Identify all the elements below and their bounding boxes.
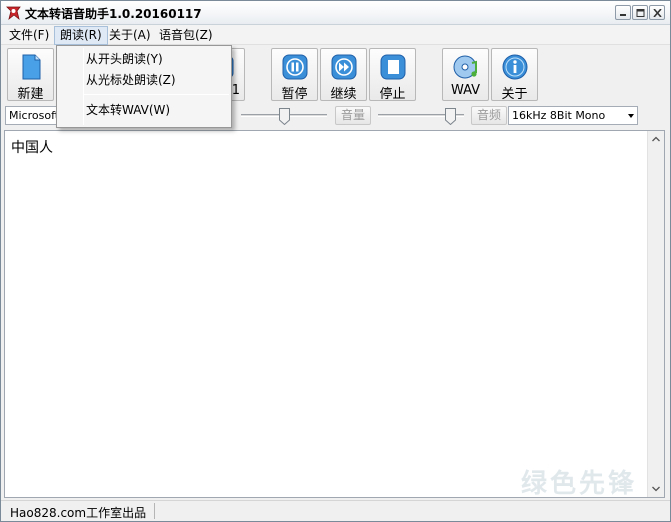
close-icon [653, 9, 662, 17]
menu-read-from-cursor[interactable]: 从光标处朗读(Z) [86, 70, 176, 90]
scroll-down-icon[interactable] [648, 480, 664, 497]
menu-about[interactable]: 关于(A) [104, 27, 156, 44]
stop-button[interactable]: 停止 [369, 48, 416, 102]
wav-button[interactable]: WAV [442, 48, 489, 101]
fast-forward-icon [331, 54, 357, 80]
maximize-icon [636, 9, 645, 17]
about-button-label: 关于 [501, 87, 528, 102]
scroll-up-icon[interactable] [648, 131, 664, 148]
frequency-button[interactable]: 音频 [471, 106, 507, 125]
read-menu-dropdown: 从开头朗读(Y) 从光标处朗读(Z) 文本转WAV(W) [56, 45, 232, 128]
volume-slider[interactable] [378, 108, 464, 125]
vertical-scrollbar[interactable] [647, 131, 664, 497]
volume-button[interactable]: 音量 [335, 106, 371, 125]
menu-voice-pack[interactable]: 语音包(Z) [154, 27, 218, 44]
menu-bar: 文件(F) 朗读(R) 关于(A) 语音包(Z) [1, 25, 670, 45]
text-editor[interactable]: 中国人 [4, 130, 665, 498]
audio-format-select[interactable]: 16kHz 8Bit Mono [508, 106, 638, 125]
stop-button-label: 停止 [379, 87, 406, 102]
menu-separator [84, 94, 229, 95]
cd-music-icon [453, 55, 477, 79]
pause-button-label: 暂停 [281, 87, 308, 102]
pause-button[interactable]: 暂停 [271, 48, 318, 102]
continue-button-label: 继续 [330, 87, 357, 102]
menu-text-to-wav[interactable]: 文本转WAV(W) [86, 100, 170, 120]
window-title: 文本转语音助手1.0.20160117 [25, 7, 202, 21]
new-button-label: 新建 [17, 87, 44, 102]
menu-file[interactable]: 文件(F) [4, 27, 54, 44]
menu-read-from-start[interactable]: 从开头朗读(Y) [86, 49, 163, 69]
menu-read[interactable]: 朗读(R) [54, 26, 108, 45]
status-text: Hao828.com工作室出品 [10, 506, 147, 520]
audio-format-value: 16kHz 8Bit Mono [512, 109, 606, 122]
new-button[interactable]: 新建 [7, 48, 54, 102]
wav-button-label: WAV [450, 83, 481, 98]
info-icon [502, 54, 528, 80]
stop-icon [380, 54, 406, 80]
volume-slider-thumb[interactable] [445, 108, 456, 125]
chevron-down-icon [628, 114, 634, 118]
editor-content[interactable]: 中国人 [11, 137, 53, 157]
status-bar: Hao828.com工作室出品 [1, 500, 670, 521]
maximize-button[interactable] [632, 5, 648, 20]
title-bar[interactable]: 文本转语音助手1.0.20160117 [1, 1, 670, 25]
pause-icon [282, 54, 308, 80]
minimize-icon [620, 14, 626, 16]
new-document-icon [22, 54, 41, 80]
about-button[interactable]: 关于 [491, 48, 538, 102]
app-logo-icon [6, 6, 21, 21]
continue-button[interactable]: 继续 [320, 48, 367, 102]
status-separator [154, 503, 155, 519]
close-button[interactable] [649, 5, 665, 20]
speed-slider-thumb[interactable] [279, 108, 290, 125]
menu-gutter [83, 48, 84, 125]
app-window: 文本转语音助手1.0.20160117 文件(F) 朗读(R) 关于(A) 语音… [0, 0, 671, 522]
minimize-button[interactable] [615, 5, 631, 20]
speed-slider[interactable] [241, 108, 327, 125]
